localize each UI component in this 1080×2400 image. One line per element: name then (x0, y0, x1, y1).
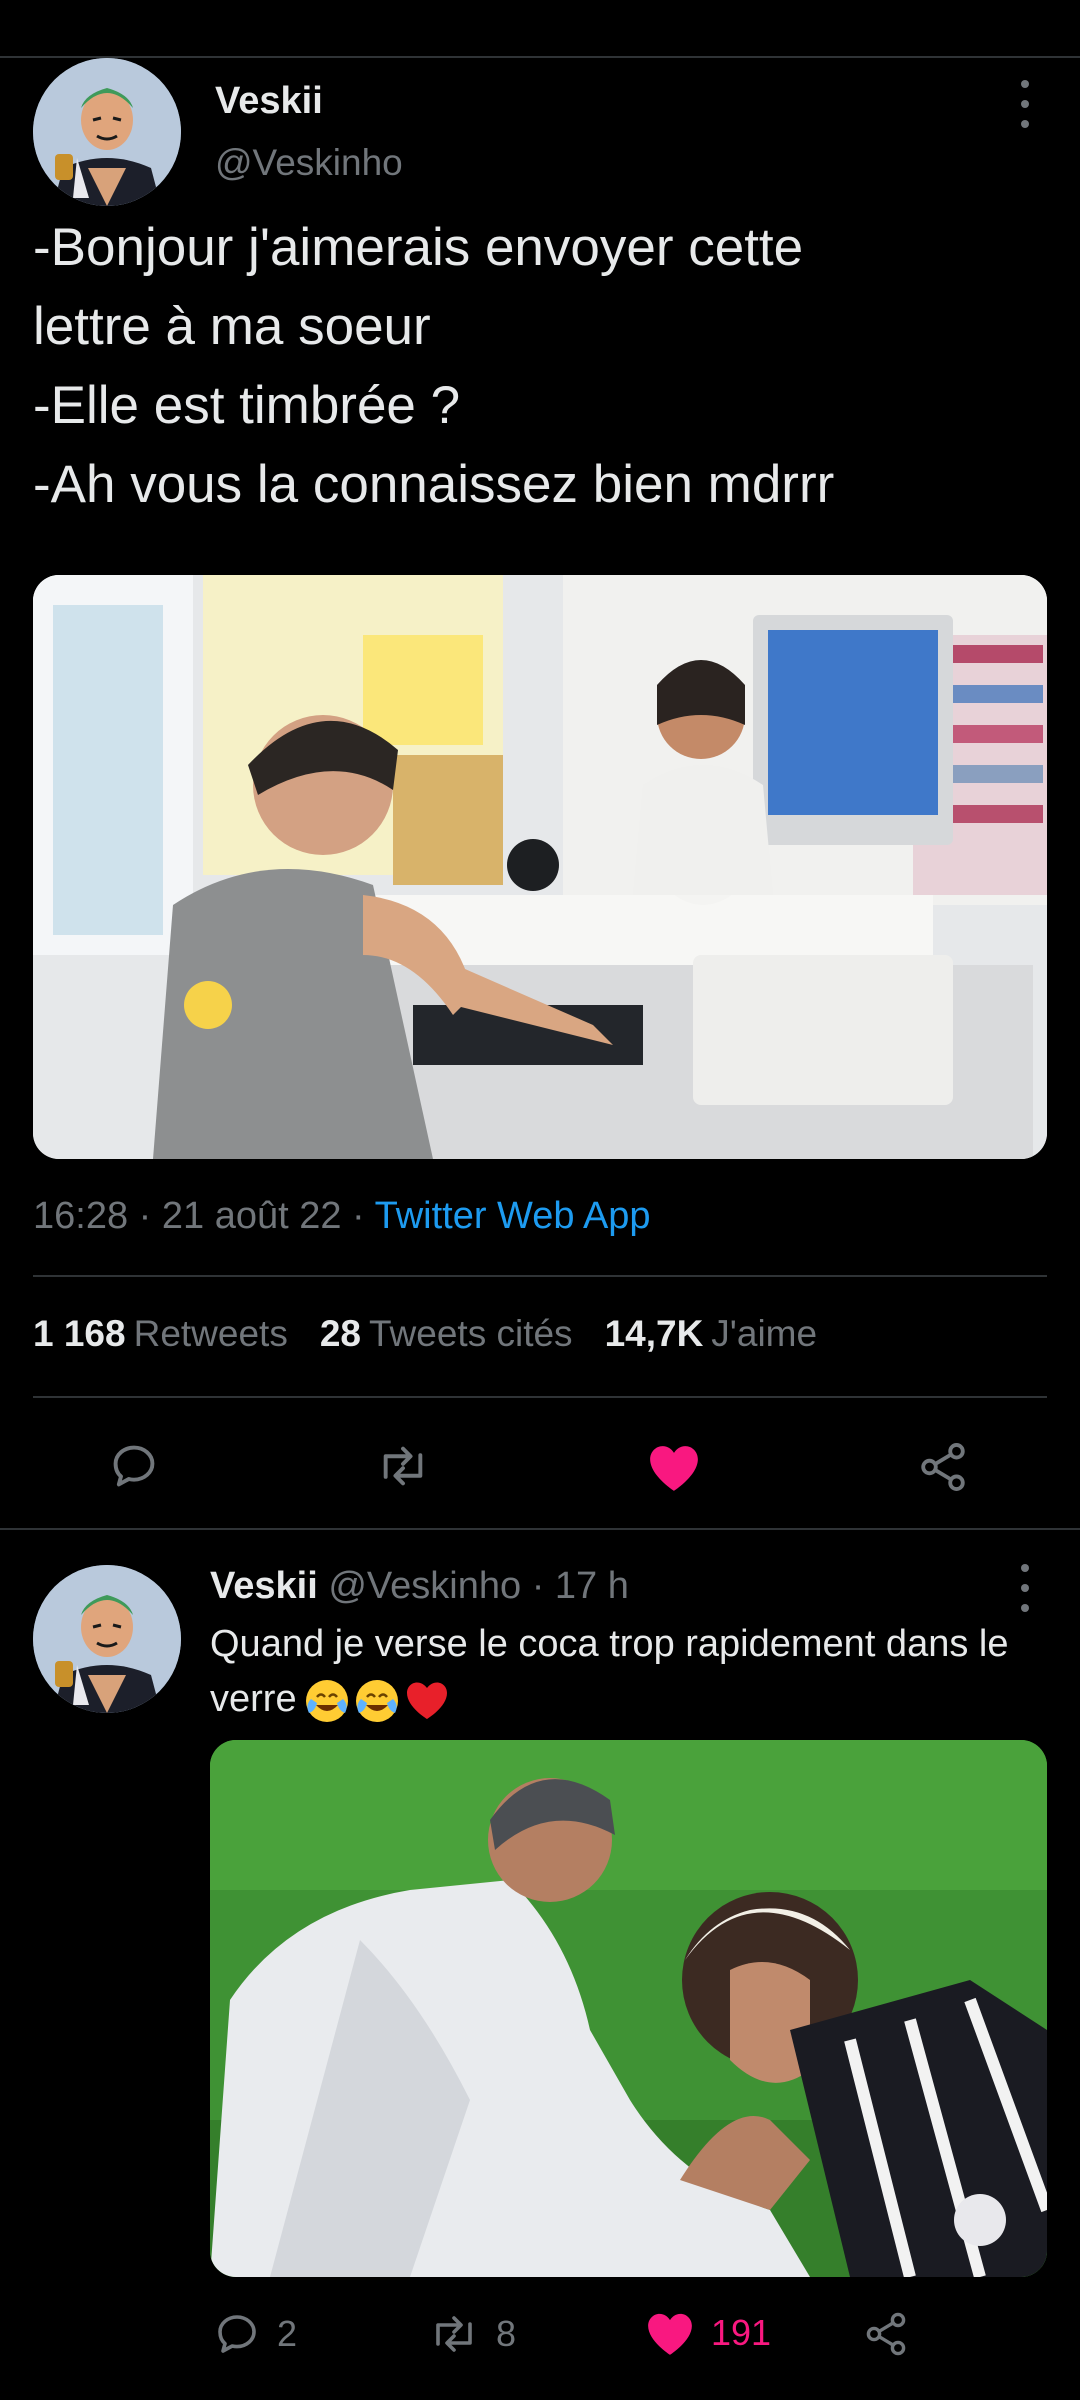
likes-stat[interactable]: 14,7K J'aime (605, 1313, 850, 1354)
display-name[interactable]: Veskii (210, 1565, 318, 1607)
time: 16:28 (33, 1195, 129, 1237)
reply-button[interactable] (108, 1440, 160, 1492)
divider (33, 1396, 1047, 1398)
quotes-stat[interactable]: 28 Tweets cités (320, 1313, 605, 1354)
reply-text: Quand je verse le coca trop rapidement d… (210, 1617, 1060, 1727)
engagement-stats: 1 168 Retweets 28 Tweets cités 14,7K J'aime (33, 1313, 849, 1355)
like-button[interactable]: 191 (645, 2310, 771, 2356)
more-options-icon[interactable] (1010, 1564, 1040, 1612)
avatar-image (33, 1565, 181, 1713)
divider (33, 1275, 1047, 1277)
display-name[interactable]: Veskii (215, 80, 323, 123)
reply-icon (218, 2315, 256, 2353)
avatar[interactable] (33, 58, 181, 206)
username-handle[interactable]: @Veskinho (328, 1565, 521, 1607)
tweet-media-image[interactable] (33, 575, 1047, 1159)
face-with-tears-of-joy-icon (305, 1679, 348, 1722)
share-button[interactable] (916, 1440, 970, 1494)
avatar-image (33, 58, 181, 206)
face-with-tears-of-joy-icon (355, 1679, 398, 1722)
reply-count: 2 (277, 2313, 298, 2354)
share-icon (866, 2312, 906, 2356)
football-photo (210, 1740, 1047, 2277)
retweets-stat[interactable]: 1 168 Retweets (33, 1313, 320, 1354)
retweet-icon (436, 2316, 472, 2352)
timestamp[interactable]: 17 h (555, 1565, 629, 1607)
main-tweet: Veskii @Veskinho -Bonjour j'aimerais env… (0, 58, 1080, 1528)
share-button[interactable] (862, 2310, 910, 2358)
retweet-icon (383, 1446, 423, 1486)
heart-filled-icon (650, 1446, 698, 1491)
reply-action-bar: 2 8 191 (0, 2310, 1080, 2360)
reply-icon (113, 1445, 155, 1487)
retweet-button[interactable]: 8 (428, 2310, 516, 2358)
separator: · (341, 1195, 375, 1237)
separator: · (128, 1195, 162, 1237)
retweet-count: 8 (496, 2313, 517, 2354)
tweet-timestamp: 16:28 · 21 août 22 · Twitter Web App (33, 1195, 651, 1238)
likes-label: J'aime (711, 1313, 818, 1354)
tweet-text: -Bonjour j'aimerais envoyer cette lettre… (33, 218, 835, 514)
heart-filled-icon (648, 2313, 692, 2355)
source-app-link[interactable]: Twitter Web App (375, 1195, 651, 1237)
quotes-count: 28 (319, 1313, 361, 1354)
username-handle[interactable]: @Veskinho (215, 142, 403, 184)
more-options-icon[interactable] (1010, 80, 1040, 128)
retweets-label: Retweets (133, 1313, 288, 1354)
retweet-button[interactable] (374, 1440, 432, 1492)
like-count: 191 (711, 2312, 772, 2353)
post-office-photo (33, 575, 1047, 1159)
dot-separator: · (531, 1565, 545, 1607)
red-heart-icon (406, 1682, 447, 1719)
like-button[interactable] (646, 1442, 702, 1492)
quotes-label: Tweets cités (368, 1313, 573, 1354)
likes-count: 14,7K (604, 1313, 704, 1354)
date: 21 août 22 (161, 1195, 342, 1237)
reply-header: Veskii @Veskinho · 17 h (210, 1565, 629, 1608)
tweet-media-image[interactable] (210, 1740, 1047, 2277)
share-icon (921, 1443, 965, 1491)
avatar[interactable] (33, 1565, 181, 1713)
retweets-count: 1 168 (33, 1313, 126, 1354)
reply-button[interactable]: 2 (213, 2310, 297, 2358)
emoji-group (303, 1677, 451, 1725)
thread-divider (0, 1528, 1080, 1530)
